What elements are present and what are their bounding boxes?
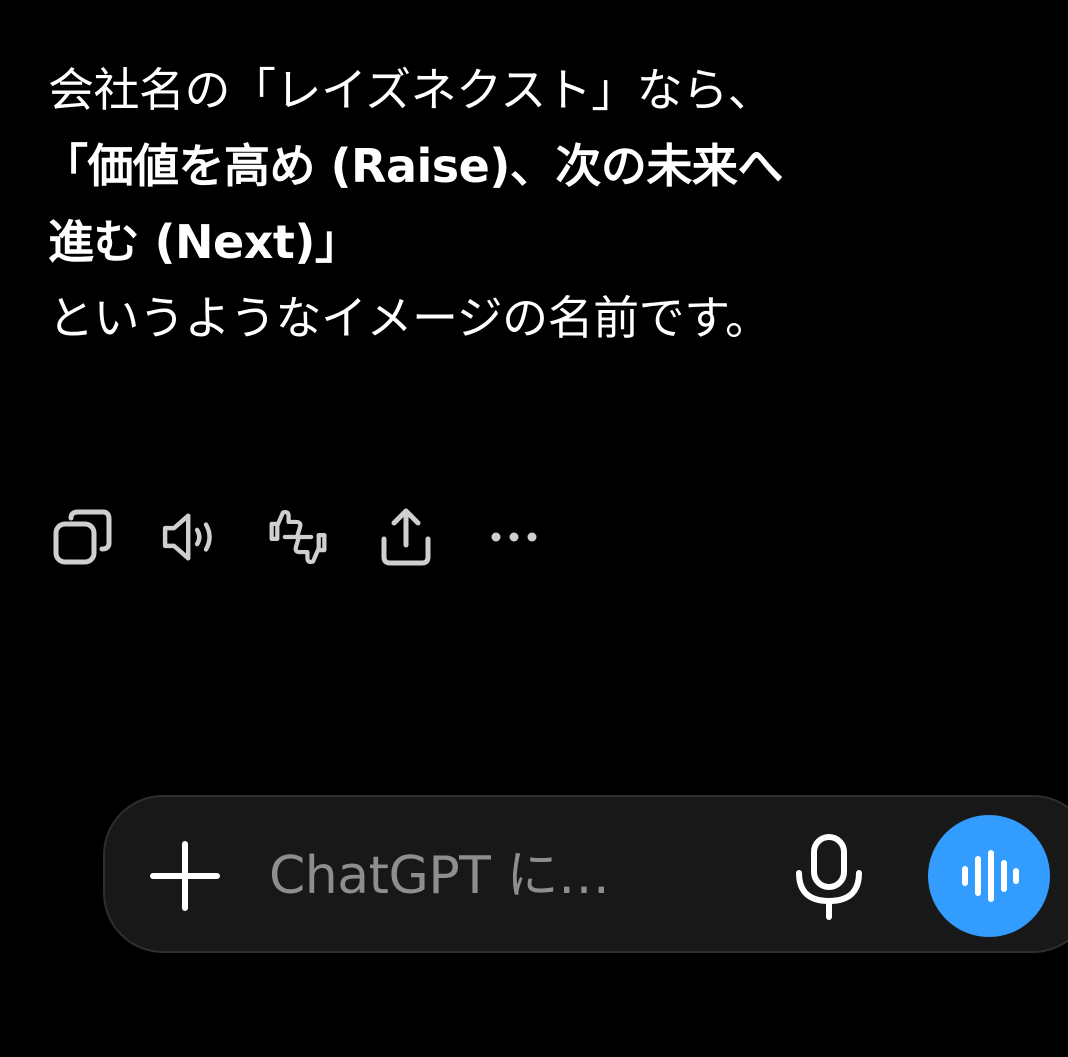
message-line-bold: 進む (Next)」 bbox=[48, 215, 361, 269]
dictate-button[interactable] bbox=[789, 831, 869, 921]
share-icon bbox=[381, 508, 431, 566]
more-button[interactable] bbox=[482, 505, 546, 569]
share-button[interactable] bbox=[374, 505, 438, 569]
read-aloud-button[interactable] bbox=[158, 505, 222, 569]
microphone-icon bbox=[796, 834, 862, 920]
message-line-bold: 「価値を高め (Raise)、次の未来へ bbox=[42, 139, 783, 193]
more-icon bbox=[491, 532, 537, 542]
feedback-icon bbox=[269, 509, 327, 565]
feedback-button[interactable] bbox=[266, 505, 330, 569]
copy-button[interactable] bbox=[50, 505, 114, 569]
copy-icon bbox=[53, 509, 112, 565]
message-actions bbox=[50, 505, 590, 569]
voice-mode-button[interactable] bbox=[928, 815, 1050, 937]
message-line: 会社名の「レイズネクスト」なら、 bbox=[48, 63, 774, 117]
read-aloud-icon bbox=[162, 513, 212, 561]
add-attachment-button[interactable] bbox=[145, 836, 225, 916]
composer: ChatGPT に… bbox=[103, 795, 1068, 953]
assistant-message: 会社名の「レイズネクスト」なら、 「価値を高め (Raise)、次の未来へ 進む… bbox=[42, 52, 1058, 356]
voice-mode-icon bbox=[962, 850, 1019, 902]
prompt-input[interactable]: ChatGPT に… bbox=[269, 837, 739, 915]
plus-icon bbox=[150, 841, 220, 911]
message-line: というようなイメージの名前です。 bbox=[48, 291, 771, 345]
